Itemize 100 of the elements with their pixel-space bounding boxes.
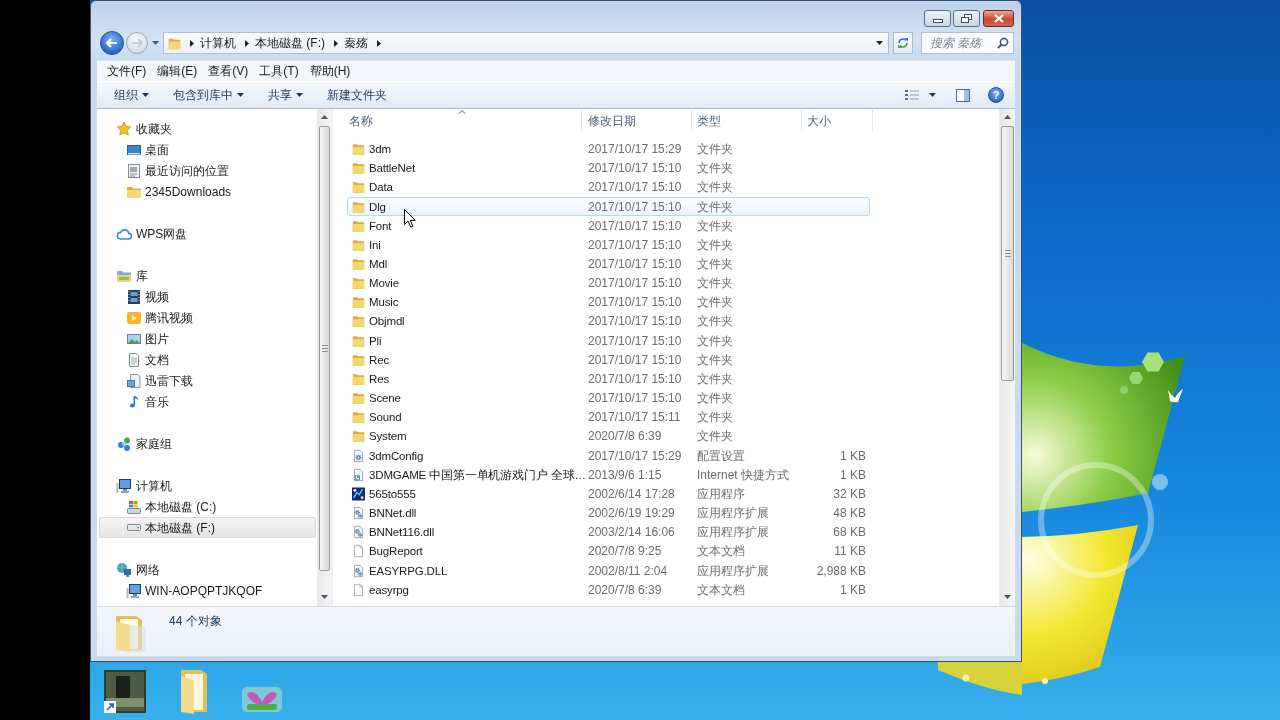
- restore-icon: [961, 14, 972, 23]
- sidebar-item[interactable]: 桌面: [99, 139, 316, 160]
- folder-icon: [352, 391, 365, 406]
- sidebar-item[interactable]: 计算机: [99, 475, 316, 496]
- file-row[interactable]: 565to555 2002/6/14 17:28 应用程序 32 KB: [347, 484, 870, 504]
- sidebar-item[interactable]: 文档: [99, 349, 316, 370]
- file-row[interactable]: Music 2017/10/17 15:10 文件夹: [347, 292, 870, 312]
- scroll-down-arrow-icon[interactable]: [321, 595, 328, 599]
- file-row[interactable]: Ini 2017/10/17 15:10 文件夹: [347, 235, 870, 255]
- file-name: Ini: [369, 237, 381, 252]
- sidebar-item[interactable]: 收藏夹: [99, 118, 316, 139]
- file-row[interactable]: 3dm 2017/10/17 15:29 文件夹: [347, 139, 870, 159]
- search-field[interactable]: 搜索 秦殇: [921, 32, 1014, 54]
- size-cell: 68 KB: [833, 525, 866, 540]
- column-header[interactable]: 类型: [692, 110, 802, 132]
- folder-icon: [352, 161, 365, 176]
- sidebar-item[interactable]: 网络: [99, 559, 316, 580]
- toolbar-button[interactable]: 共享: [260, 84, 311, 106]
- scrollbar[interactable]: [317, 109, 331, 606]
- scroll-up-arrow-icon[interactable]: [1004, 115, 1011, 119]
- date-cell: 2002/8/11 2:04: [588, 563, 668, 578]
- folder-icon: [352, 180, 365, 195]
- file-row[interactable]: Res 2017/10/17 15:10 文件夹: [347, 369, 870, 389]
- file-row[interactable]: Data 2017/10/17 15:10 文件夹: [347, 177, 870, 197]
- scroll-down-arrow-icon[interactable]: [1004, 595, 1011, 599]
- breadcrumb[interactable]: 秦殇: [344, 36, 368, 50]
- breadcrumb-arrow-icon[interactable]: [190, 39, 194, 47]
- sidebar-item[interactable]: WPS网盘: [99, 223, 316, 244]
- file-row[interactable]: BNNet116.dll 2003/2/14 16:06 应用程序扩展 68 KB: [347, 522, 870, 542]
- breadcrumb-arrow-icon[interactable]: [334, 39, 338, 47]
- menu-item[interactable]: 编辑(E): [152, 64, 203, 78]
- minimize-icon: [932, 19, 943, 23]
- folder-icon: [352, 199, 365, 214]
- sidebar-item[interactable]: 2345Downloads: [99, 181, 316, 202]
- search-icon[interactable]: [997, 37, 1009, 49]
- column-header[interactable]: 名称: [343, 110, 582, 132]
- file-row[interactable]: Pli 2017/10/17 15:10 文件夹: [347, 331, 870, 351]
- file-row[interactable]: EASYRPG.DLL 2002/8/11 2:04 应用程序扩展 2,988 KB: [347, 560, 870, 581]
- sidebar-item[interactable]: 迅雷下载: [99, 370, 316, 391]
- scroll-thumb[interactable]: [319, 126, 330, 571]
- close-button[interactable]: [983, 10, 1014, 27]
- minimize-button[interactable]: [924, 10, 951, 27]
- breadcrumb[interactable]: 本地磁盘 (F:): [255, 36, 325, 50]
- menu-item[interactable]: 查看(V): [203, 64, 254, 78]
- file-name: Res: [369, 371, 389, 386]
- file-row[interactable]: Rec 2017/10/17 15:10 文件夹: [347, 350, 870, 370]
- file-row[interactable]: BattleNet 2017/10/17 15:10 文件夹: [347, 158, 870, 178]
- date-cell: 2017/10/17 15:10: [588, 391, 682, 406]
- date-cell: 2002/6/14 17:28: [588, 486, 675, 501]
- sidebar-item[interactable]: 本地磁盘 (F:): [99, 517, 316, 538]
- sidebar-item[interactable]: 家庭组: [99, 433, 316, 454]
- file-row[interactable]: easyrpg 2020/7/8 6:39 文本文档 1 KB: [347, 580, 870, 600]
- file-row[interactable]: 3DMGAME 中国第一单机游戏门户 全球… 2013/9/6 1:15 Internet 快捷方式 1 KB: [347, 465, 870, 485]
- sidebar-item[interactable]: 本地磁盘 (C:): [99, 496, 316, 517]
- sidebar-item[interactable]: 图片: [99, 328, 316, 349]
- file-row[interactable]: BNNet.dll 2002/6/19 19:29 应用程序扩展 48 KB: [347, 503, 870, 523]
- date-cell: 2017/10/17 15:10: [588, 237, 682, 252]
- column-header[interactable]: 修改日期: [582, 110, 692, 132]
- file-row[interactable]: System 2020/7/8 6:39 文件夹: [347, 426, 870, 446]
- date-cell: 2020/7/8 6:39: [588, 582, 662, 597]
- size-cell: 1 KB: [840, 582, 866, 597]
- toolbar-button[interactable]: 包含到库中: [165, 84, 252, 106]
- menu-item[interactable]: 文件(F): [102, 64, 152, 78]
- toolbar-button[interactable]: 组织: [106, 84, 157, 106]
- scroll-thumb[interactable]: [1001, 126, 1014, 381]
- scroll-up-arrow-icon[interactable]: [321, 115, 328, 119]
- breadcrumb-arrow-icon[interactable]: [377, 39, 381, 47]
- file-row[interactable]: Movie 2017/10/17 15:10 文件夹: [347, 273, 870, 293]
- breadcrumb-arrow-icon[interactable]: [245, 39, 249, 47]
- file-row[interactable]: Dlg 2017/10/17 15:10 文件夹: [347, 196, 870, 217]
- file-row[interactable]: Scene 2017/10/17 15:10 文件夹: [347, 388, 870, 408]
- caret-icon[interactable]: [876, 41, 883, 45]
- sidebar-item[interactable]: 库: [99, 265, 316, 286]
- file-row[interactable]: Mdl 2017/10/17 15:10 文件夹: [347, 254, 870, 274]
- restore-button[interactable]: [953, 10, 980, 27]
- folder-icon: [352, 314, 365, 329]
- back-button[interactable]: [100, 31, 124, 55]
- sidebar-item[interactable]: WIN-AOPQPTJKQOF: [99, 580, 316, 601]
- menu-item[interactable]: 工具(T): [254, 64, 304, 78]
- sidebar-item[interactable]: 最近访问的位置: [99, 160, 316, 181]
- sidebar-item[interactable]: 音乐: [99, 391, 316, 412]
- file-row[interactable]: Sound 2017/10/17 15:11 文件夹: [347, 407, 870, 427]
- sidebar-item[interactable]: 腾讯视频: [99, 307, 316, 328]
- file-row[interactable]: BugReport 2020/7/8 9:25 文本文档 11 KB: [347, 541, 870, 561]
- size-cell: 1 KB: [840, 467, 866, 482]
- toolbar-button[interactable]: 新建文件夹: [319, 84, 395, 106]
- file-row[interactable]: Objmdl 2017/10/17 15:10 文件夹: [347, 311, 870, 332]
- file-name: Mdl: [369, 257, 388, 271]
- folder-icon: [352, 371, 365, 386]
- refresh-button[interactable]: [893, 32, 913, 54]
- date-cell: 2017/10/17 15:10: [588, 352, 682, 367]
- sidebar-item[interactable]: 视频: [99, 286, 316, 307]
- address-bar[interactable]: 计算机 本地磁盘 (F:) 秦殇: [163, 32, 889, 54]
- column-header[interactable]: 大小: [802, 110, 873, 132]
- breadcrumb[interactable]: 计算机: [200, 36, 236, 50]
- file-row[interactable]: 3dmConfig 2017/10/17 15:29 配置设置 1 KB: [347, 446, 870, 466]
- shortcut-icon[interactable]: [104, 670, 146, 713]
- scrollbar[interactable]: [999, 109, 1015, 606]
- menu-item[interactable]: 帮助(H): [304, 64, 356, 78]
- file-row[interactable]: Font 2017/10/17 15:10 文件夹: [347, 216, 870, 236]
